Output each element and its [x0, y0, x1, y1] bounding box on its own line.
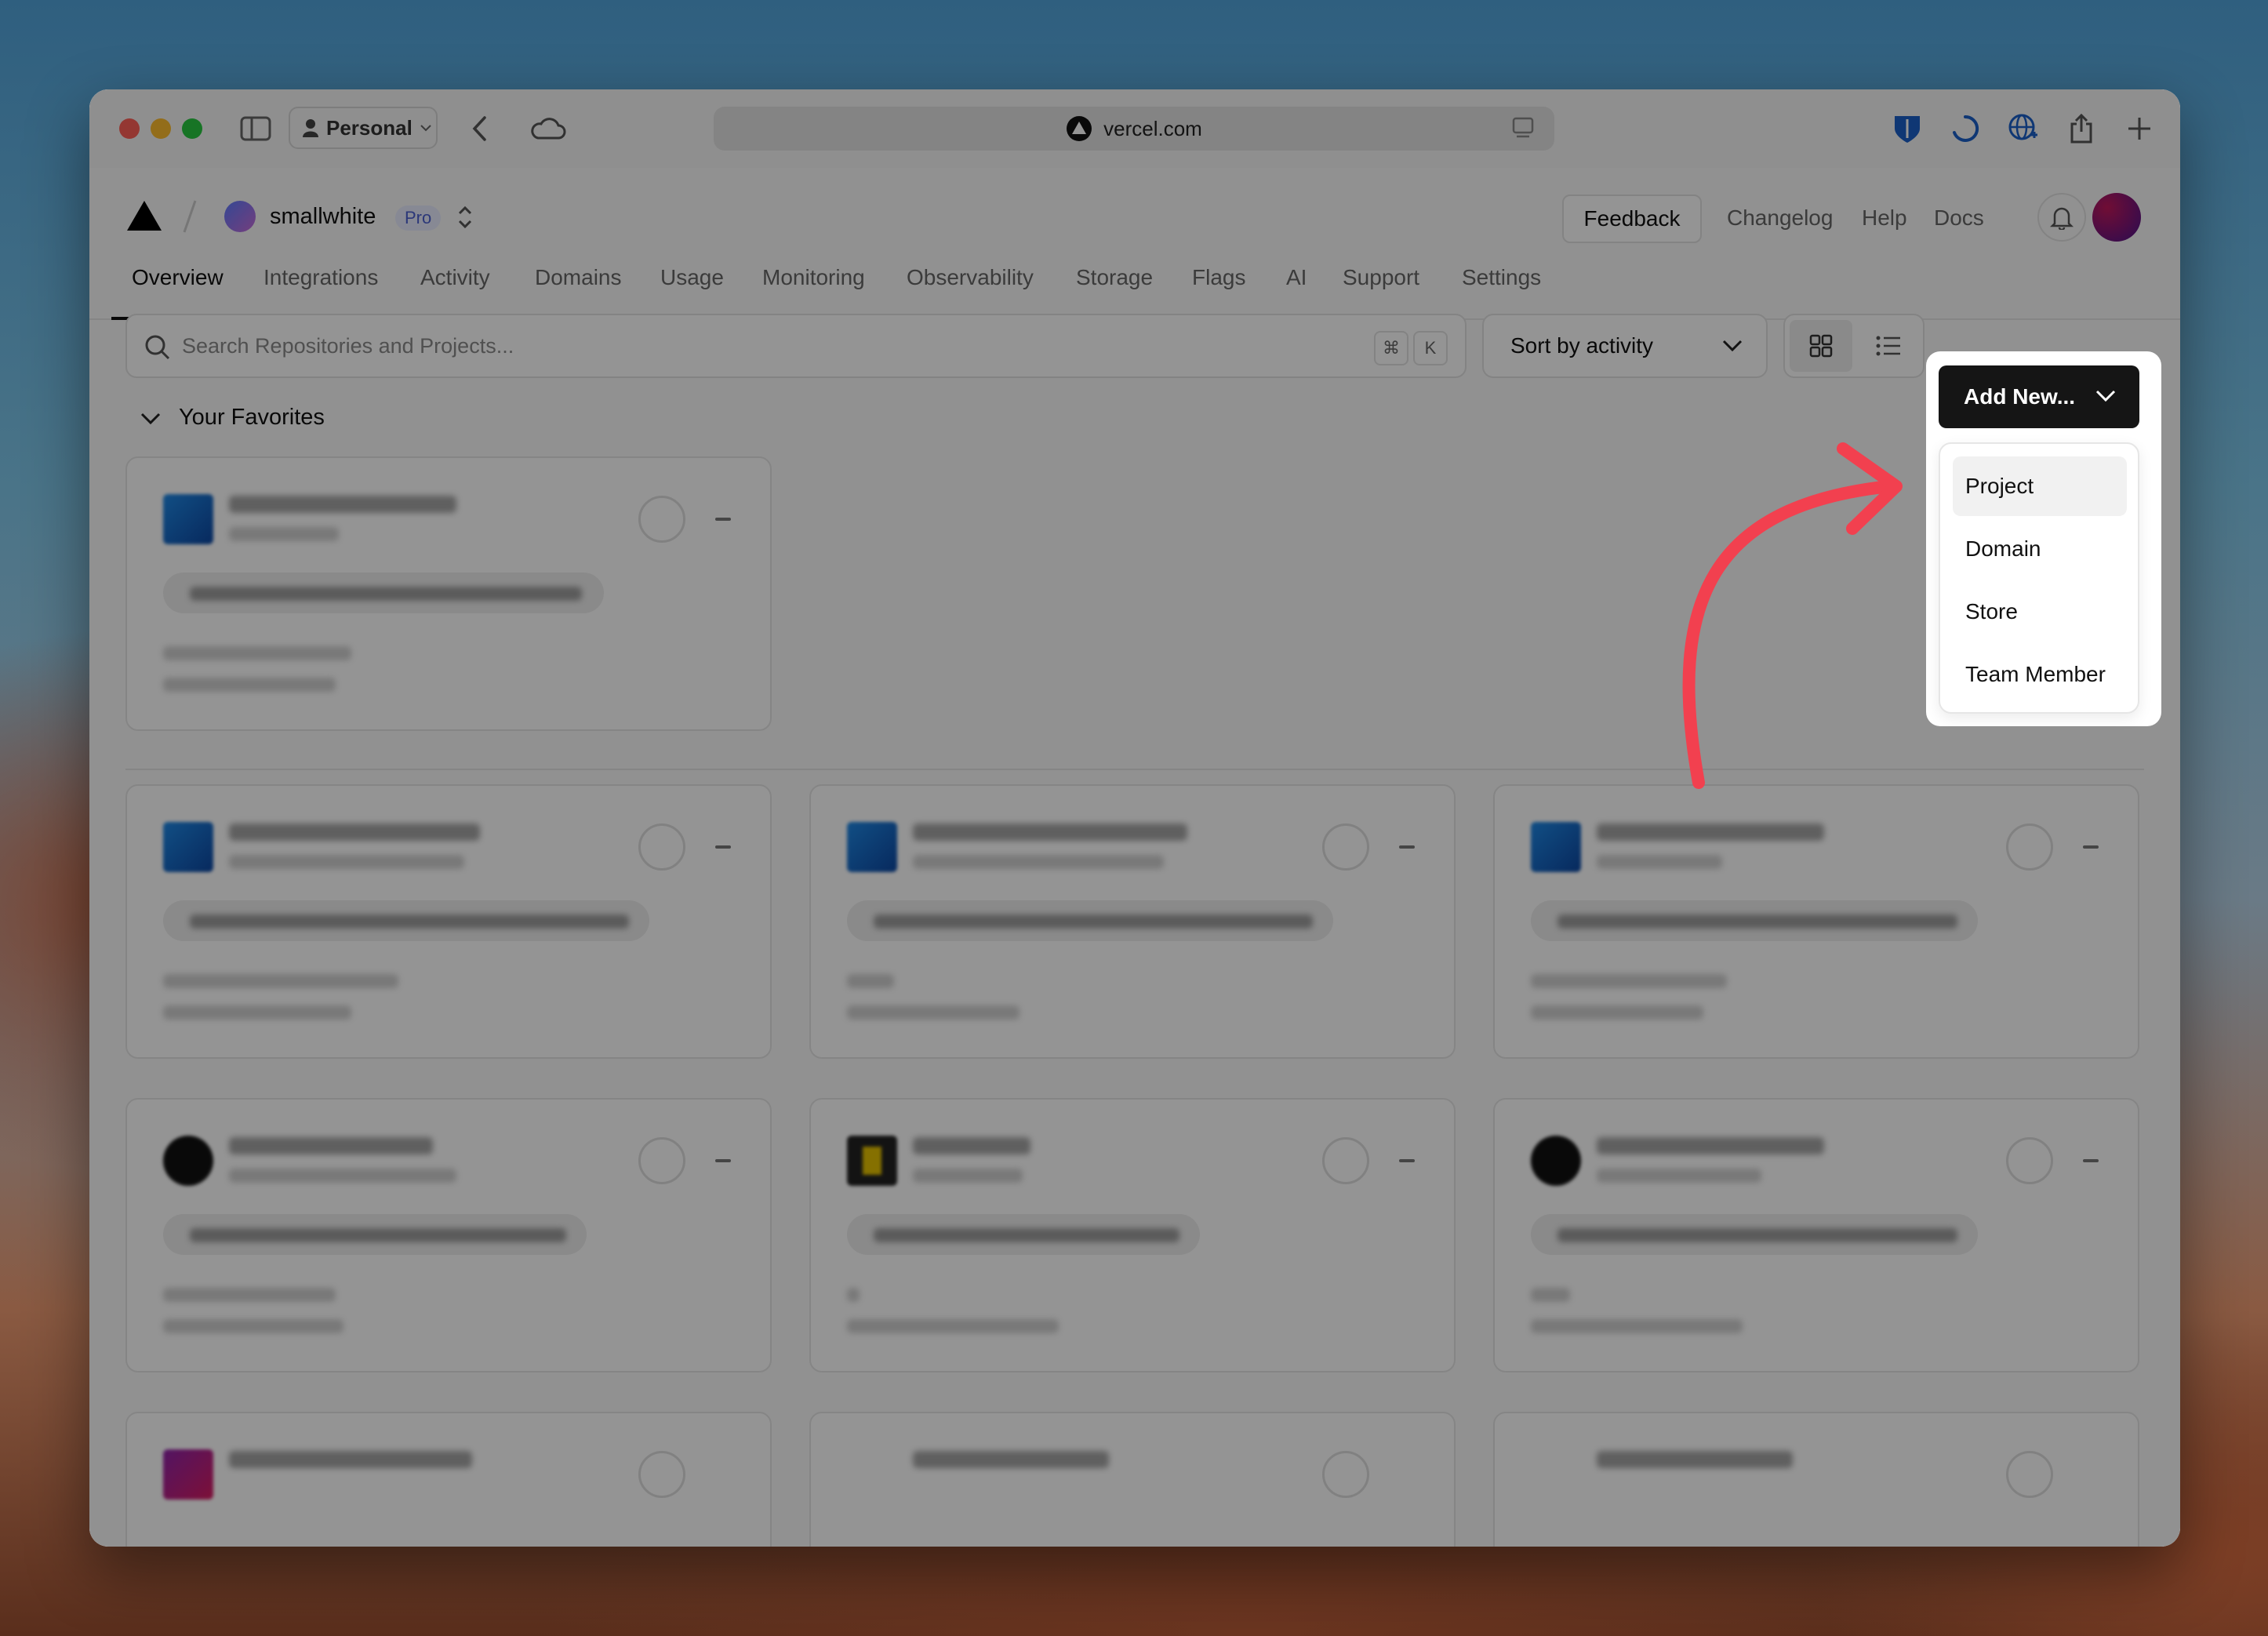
- annotation-arrow-icon: [1682, 442, 1903, 789]
- browser-window: Personal vercel.com smallwhite Pro Feedb…: [89, 89, 2180, 1547]
